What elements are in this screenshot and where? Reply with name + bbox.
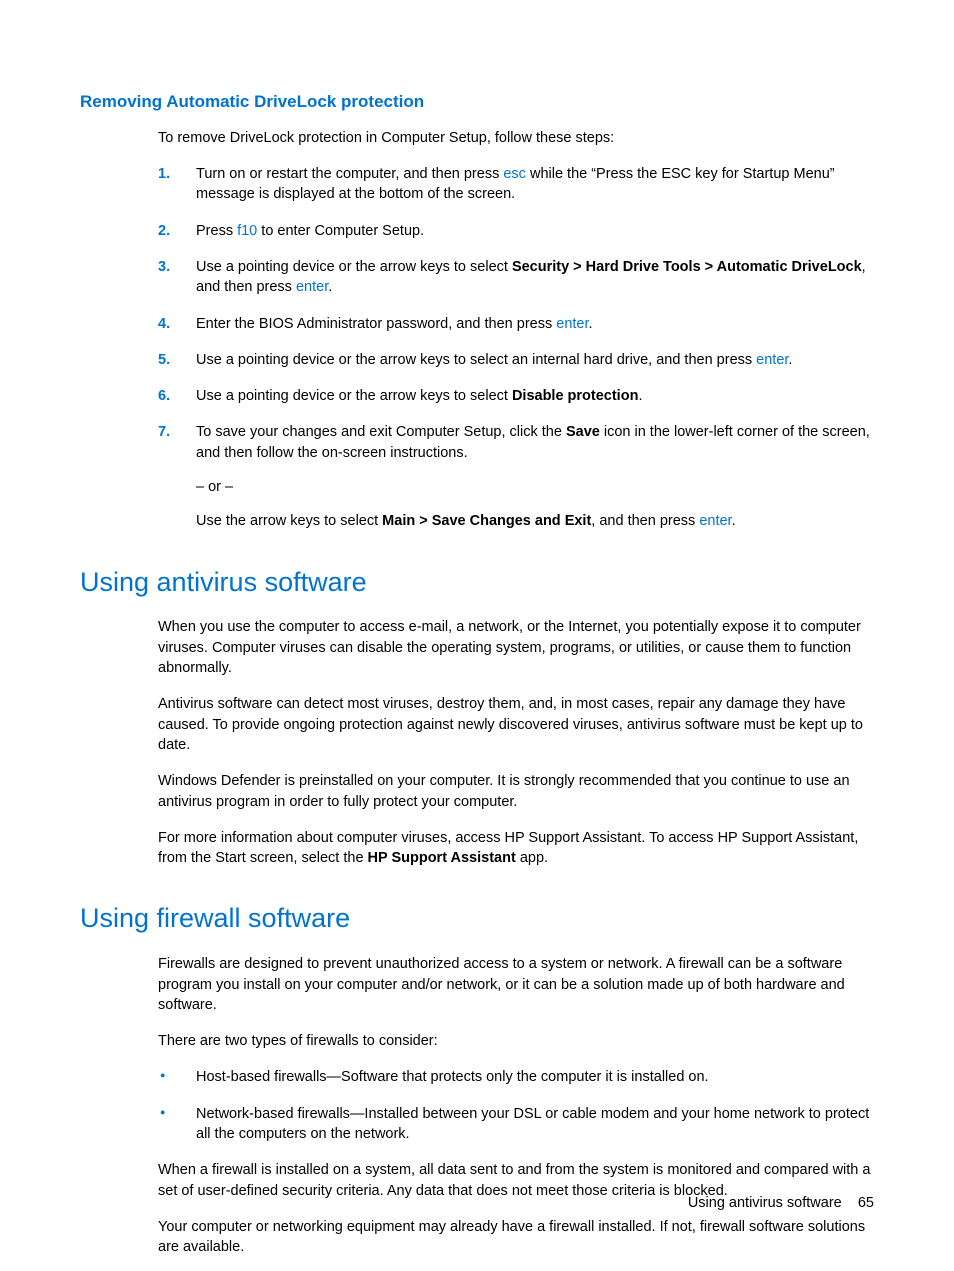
list-item: Host-based firewalls—Software that prote… bbox=[158, 1067, 874, 1087]
firewall-p2: There are two types of firewalls to cons… bbox=[158, 1031, 874, 1051]
key-enter: enter bbox=[756, 352, 788, 368]
page-number: 65 bbox=[858, 1195, 874, 1211]
hp-support-assistant: HP Support Assistant bbox=[368, 850, 516, 866]
step-text: . bbox=[788, 352, 792, 368]
step-text: . bbox=[732, 513, 736, 529]
key-enter: enter bbox=[296, 279, 328, 295]
step-text: . bbox=[589, 316, 593, 332]
firewall-p1: Firewalls are designed to prevent unauth… bbox=[158, 954, 874, 1015]
text: app. bbox=[516, 850, 548, 866]
key-enter: enter bbox=[556, 316, 588, 332]
antivirus-p3: Windows Defender is preinstalled on your… bbox=[158, 771, 874, 812]
save-icon-label: Save bbox=[566, 424, 600, 440]
removing-drivelock-heading: Removing Automatic DriveLock protection bbox=[80, 90, 874, 114]
menu-path: Security > Hard Drive Tools > Automatic … bbox=[512, 259, 862, 275]
step-text: Press bbox=[196, 223, 237, 239]
removing-drivelock-intro: To remove DriveLock protection in Comput… bbox=[158, 128, 874, 148]
step-text: , and then press bbox=[591, 513, 699, 529]
option-disable: Disable protection bbox=[512, 388, 639, 404]
step-text: to enter Computer Setup. bbox=[257, 223, 424, 239]
step-text: . bbox=[638, 388, 642, 404]
step-6: Use a pointing device or the arrow keys … bbox=[158, 386, 874, 406]
steps-list: Turn on or restart the computer, and the… bbox=[158, 164, 874, 532]
step-text: Enter the BIOS Administrator password, a… bbox=[196, 316, 556, 332]
antivirus-p1: When you use the computer to access e-ma… bbox=[158, 617, 874, 678]
firewall-heading: Using firewall software bbox=[80, 900, 874, 938]
page-footer: Using antivirus software 65 bbox=[688, 1193, 874, 1213]
step-text: Use a pointing device or the arrow keys … bbox=[196, 259, 512, 275]
list-item: Network-based firewalls—Installed betwee… bbox=[158, 1104, 874, 1145]
firewall-types-list: Host-based firewalls—Software that prote… bbox=[158, 1067, 874, 1144]
antivirus-heading: Using antivirus software bbox=[80, 564, 874, 602]
step-text: To save your changes and exit Computer S… bbox=[196, 424, 566, 440]
or-divider: – or – bbox=[196, 477, 874, 497]
step-text: Use a pointing device or the arrow keys … bbox=[196, 388, 512, 404]
antivirus-p2: Antivirus software can detect most virus… bbox=[158, 694, 874, 755]
menu-path-exit: Main > Save Changes and Exit bbox=[382, 513, 591, 529]
step-7: To save your changes and exit Computer S… bbox=[158, 422, 874, 531]
footer-label: Using antivirus software bbox=[688, 1195, 842, 1211]
step-text: . bbox=[328, 279, 332, 295]
step-text: Use the arrow keys to select bbox=[196, 513, 382, 529]
step-2: Press f10 to enter Computer Setup. bbox=[158, 221, 874, 241]
step-5: Use a pointing device or the arrow keys … bbox=[158, 350, 874, 370]
key-esc: esc bbox=[503, 166, 526, 182]
firewall-p4: Your computer or networking equipment ma… bbox=[158, 1217, 874, 1258]
step-3: Use a pointing device or the arrow keys … bbox=[158, 257, 874, 298]
step-text: Use a pointing device or the arrow keys … bbox=[196, 352, 756, 368]
step-text: Turn on or restart the computer, and the… bbox=[196, 166, 503, 182]
key-f10: f10 bbox=[237, 223, 257, 239]
step-1: Turn on or restart the computer, and the… bbox=[158, 164, 874, 205]
antivirus-p4: For more information about computer viru… bbox=[158, 828, 874, 869]
key-enter: enter bbox=[699, 513, 731, 529]
step-4: Enter the BIOS Administrator password, a… bbox=[158, 314, 874, 334]
